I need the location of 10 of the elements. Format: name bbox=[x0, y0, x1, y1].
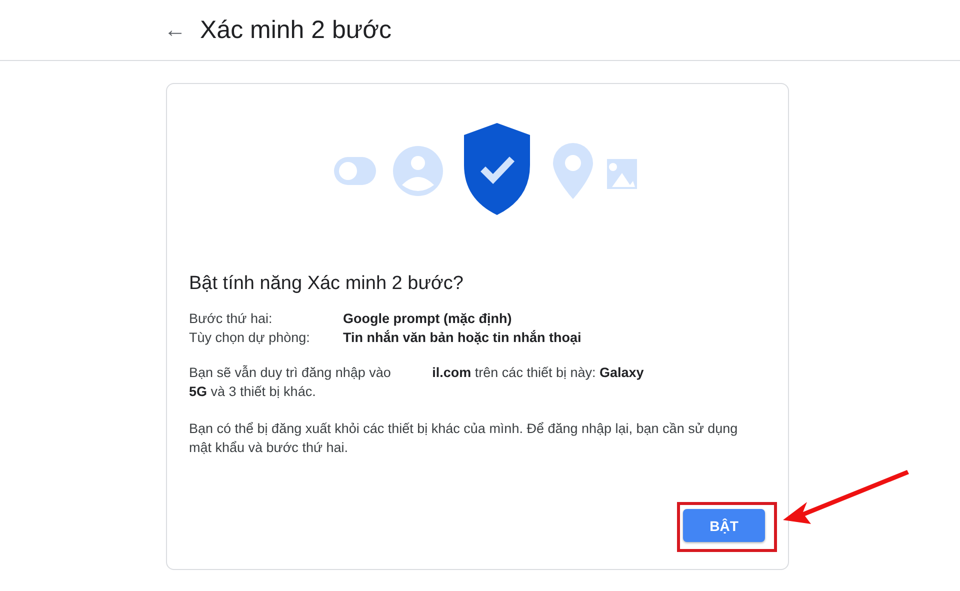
detail-label: Tùy chọn dự phòng: bbox=[189, 330, 311, 345]
info-paragraph: Bạn sẽ vẫn duy trì đăng nhập vào il.com trên các thiết bị này: Galaxy 5G và 3 thiết bị khác. bbox=[189, 364, 645, 401]
turn-on-button[interactable]: BẬT bbox=[683, 509, 765, 542]
detail-label: Bước thứ hai: bbox=[189, 311, 274, 326]
detail-value: Tin nhắn văn bản hoặc tin nhắn thoại bbox=[343, 330, 582, 345]
info-paragraph: Bạn có thể bị đăng xuất khỏi các thiết bị khác của mình. Để đăng nhập lại, bạn cần sử dụng mật khẩu và bước thứ hai. bbox=[189, 420, 739, 457]
dialog-heading: Bật tính năng Xác minh 2 bước? bbox=[189, 273, 464, 295]
back-arrow-icon[interactable]: ← bbox=[164, 19, 186, 41]
detail-value: Google prompt (mặc định) bbox=[343, 311, 513, 326]
page-title: Xác minh 2 bước bbox=[200, 16, 392, 44]
